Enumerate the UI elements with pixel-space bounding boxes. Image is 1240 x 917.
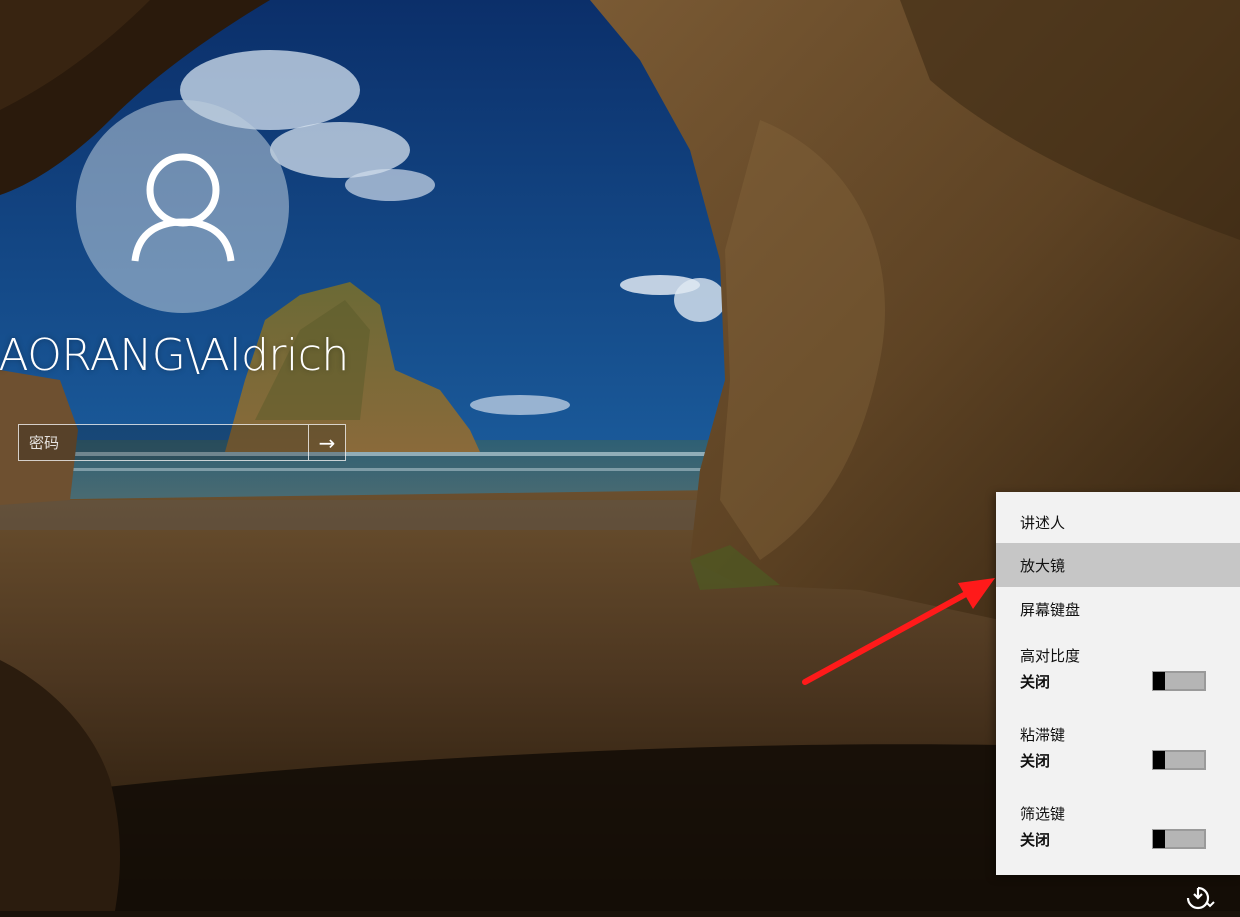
toggle-knob	[1153, 672, 1165, 690]
menu-item-label: 屏幕键盘	[1020, 600, 1081, 619]
toggle-state: 关闭	[1020, 752, 1051, 770]
toggle-label: 高对比度	[1020, 647, 1081, 665]
sticky-keys-toggle[interactable]	[1152, 750, 1206, 770]
account-username: IAORANG\Aldrich	[0, 330, 349, 381]
toggle-knob	[1153, 830, 1165, 848]
toggle-state: 关闭	[1020, 831, 1051, 849]
menu-item-label: 讲述人	[1020, 513, 1066, 532]
arrow-right-icon: →	[318, 430, 336, 455]
ease-of-access-menu: 讲述人 放大镜 屏幕键盘 高对比度 关闭 粘滞键 关闭 筛选键 关闭	[996, 492, 1240, 875]
user-silhouette-icon	[131, 153, 235, 262]
password-box: →	[18, 424, 346, 461]
toggle-label: 筛选键	[1020, 805, 1066, 823]
filter-keys-toggle[interactable]	[1152, 829, 1206, 849]
toggle-state: 关闭	[1020, 673, 1051, 691]
menu-item-label: 放大镜	[1020, 556, 1066, 575]
user-avatar	[76, 100, 289, 313]
toggle-knob	[1153, 751, 1165, 769]
toggle-row-sticky-keys: 粘滞键 关闭	[996, 724, 1240, 794]
menu-item-magnifier[interactable]: 放大镜	[996, 543, 1240, 587]
submit-button[interactable]: →	[308, 425, 345, 460]
ease-of-access-icon	[1186, 886, 1215, 910]
password-input[interactable]	[19, 425, 309, 460]
toggle-label: 粘滞键	[1020, 726, 1066, 744]
menu-item-on-screen-keyboard[interactable]: 屏幕键盘	[996, 587, 1240, 631]
toggle-row-high-contrast: 高对比度 关闭	[996, 645, 1240, 715]
menu-item-narrator[interactable]: 讲述人	[996, 500, 1240, 544]
ease-of-access-button[interactable]	[1180, 884, 1216, 911]
high-contrast-toggle[interactable]	[1152, 671, 1206, 691]
toggle-row-filter-keys: 筛选键 关闭	[996, 803, 1240, 873]
